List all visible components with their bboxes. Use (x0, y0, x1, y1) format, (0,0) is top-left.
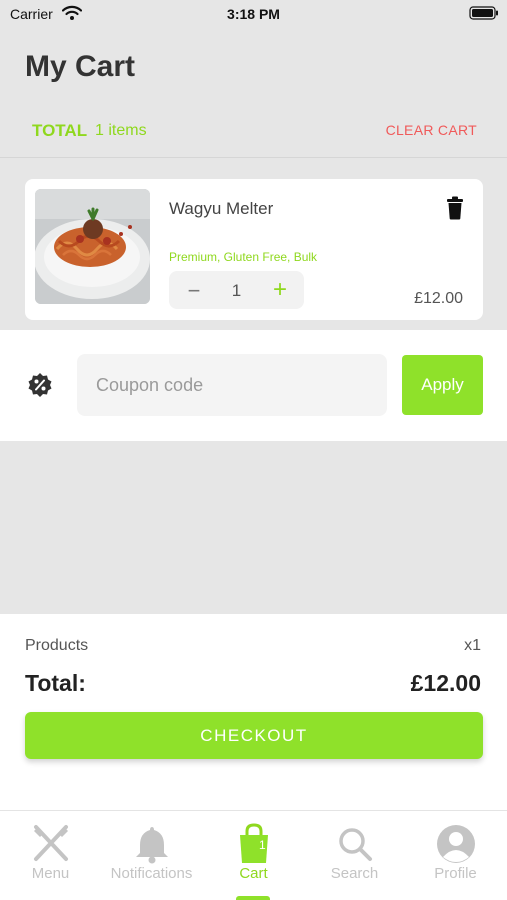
increase-quantity-button[interactable]: + (270, 276, 290, 304)
item-name: Wagyu Melter (169, 199, 274, 218)
bell-icon (136, 827, 168, 864)
user-icon (437, 825, 475, 863)
total-label: TOTAL (32, 121, 88, 140)
trash-icon[interactable] (445, 196, 465, 220)
order-summary-panel: Products x1 Total: £12.00 CHECKOUT (0, 614, 507, 810)
tab-label: Menu (31, 865, 70, 882)
utensils-icon (34, 825, 68, 861)
tab-profile[interactable]: Profile (405, 811, 506, 900)
discount-badge-icon (28, 373, 52, 397)
item-image (35, 189, 150, 304)
coupon-code-input[interactable] (77, 354, 387, 416)
tab-label: Cart (239, 865, 268, 882)
tab-search[interactable]: Search (304, 811, 405, 900)
item-options: Premium, Gluten Free, Bulk (169, 250, 318, 264)
shopping-bag-icon: 1 (240, 823, 268, 863)
products-label: Products (25, 637, 89, 654)
cart-summary-row: TOTAL 1 items CLEAR CART (0, 108, 507, 158)
cart-badge-count: 1 (259, 838, 266, 852)
cart-item-card: Wagyu Melter Premium, Gluten Free, Bulk … (25, 179, 483, 320)
search-icon (339, 828, 372, 861)
grand-total-value: £12.00 (410, 670, 481, 696)
tab-label: Notifications (110, 865, 193, 882)
page-title: My Cart (25, 50, 136, 83)
apply-coupon-button[interactable]: Apply (402, 355, 483, 415)
products-count: x1 (464, 637, 481, 654)
status-bar: Carrier 3:18 PM (0, 0, 507, 30)
tab-cart[interactable]: 1 Cart (203, 811, 304, 900)
tab-notifications[interactable]: Notifications (101, 811, 202, 900)
active-tab-indicator (236, 896, 270, 900)
tab-label: Search (330, 865, 379, 882)
tab-bar: Menu Notifications 1 Cart Search Profile (0, 810, 507, 900)
quantity-stepper: − 1 + (169, 271, 304, 309)
item-price: £12.00 (414, 290, 463, 307)
status-time: 3:18 PM (227, 6, 280, 22)
coupon-section: Apply (0, 330, 507, 441)
clear-cart-button[interactable]: CLEAR CART (386, 122, 477, 138)
battery-icon (469, 6, 498, 20)
checkout-button[interactable]: CHECKOUT (25, 712, 483, 759)
items-count: 1 items (95, 122, 147, 139)
tab-label: Profile (434, 865, 477, 882)
spaghetti-dish-image (35, 189, 150, 304)
grand-total-label: Total: (25, 670, 86, 696)
tab-menu[interactable]: Menu (0, 811, 101, 900)
